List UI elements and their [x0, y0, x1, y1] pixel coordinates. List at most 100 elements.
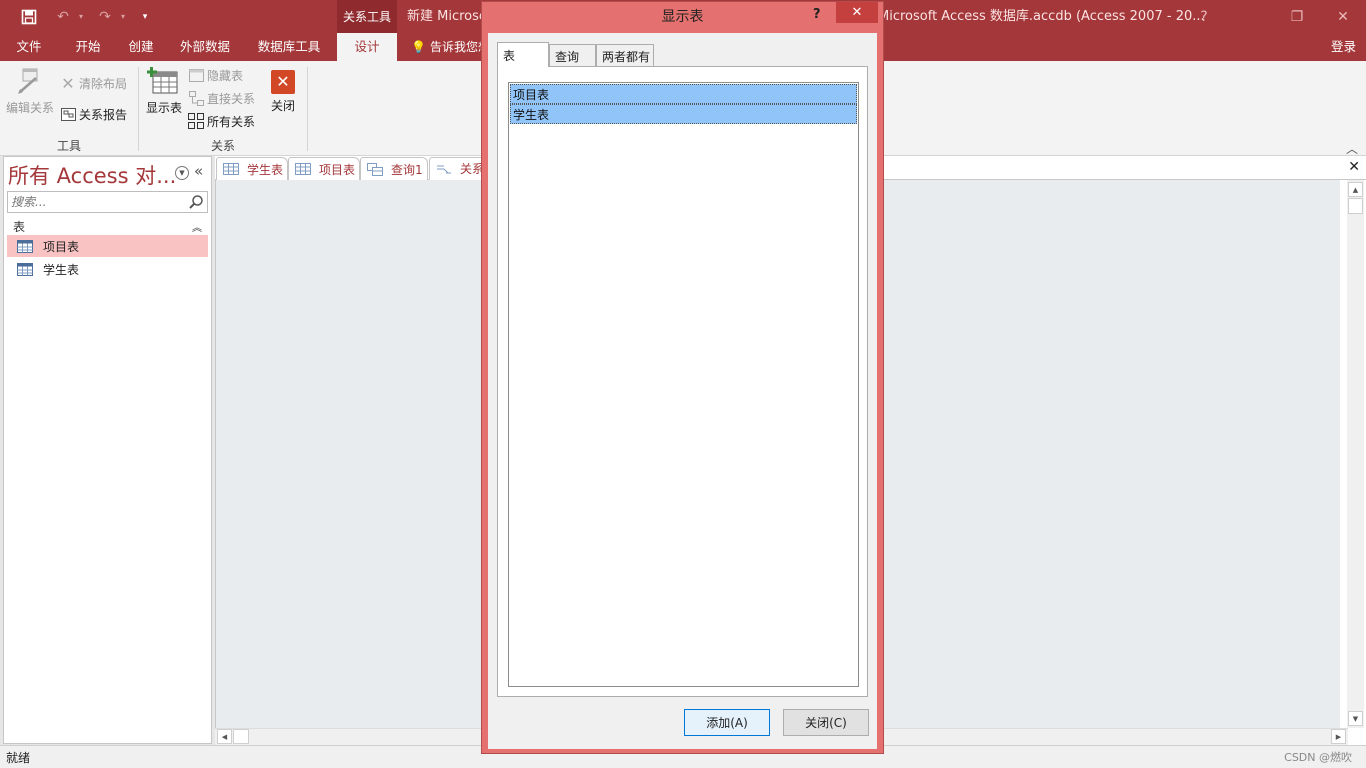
hide-table-icon [188, 67, 204, 83]
show-table-dialog: 显示表 ? ✕ 表 查询 两者都有 项目表 学生表 添加(A) 关闭(C) [481, 1, 884, 754]
nav-group-tables[interactable]: 表 ︽ [7, 217, 208, 235]
table-icon [17, 239, 33, 253]
dialog-help-icon[interactable]: ? [813, 7, 821, 22]
dialog-tab-queries[interactable]: 查询 [549, 44, 596, 67]
all-relationships-button[interactable]: 所有关系 [188, 111, 255, 131]
save-icon[interactable] [16, 4, 42, 30]
window-title: 新建 Microsc [407, 9, 487, 24]
dialog-title: 显示表 [661, 9, 704, 25]
relationships-icon [437, 165, 451, 173]
collapse-ribbon-icon[interactable]: ︿ [1346, 140, 1358, 157]
direct-relationships-label: 直接关系 [207, 91, 256, 106]
clear-layout-button[interactable]: ✕ 清除布局 [60, 73, 127, 93]
all-relationships-icon [188, 113, 204, 129]
hide-table-button[interactable]: 隐藏表 [188, 65, 243, 85]
report-icon [60, 106, 76, 122]
scroll-right-icon[interactable]: ▶ [1331, 729, 1346, 744]
watermark: CSDN @燃吹 [1284, 751, 1352, 764]
undo-dropdown-icon[interactable]: ▾ [76, 4, 86, 30]
scroll-thumb[interactable] [1348, 198, 1363, 214]
doc-tab-label: 学生表 [247, 162, 284, 177]
collapse-group-icon: ︽ [192, 222, 202, 234]
doc-tab-projects[interactable]: 项目表 [288, 157, 360, 180]
context-tab-title: 关系工具 [337, 0, 397, 33]
search-input[interactable] [8, 192, 188, 212]
clear-layout-label: 清除布局 [79, 76, 128, 91]
status-text: 就绪 [6, 751, 31, 765]
vertical-scrollbar[interactable]: ▲ ▼ [1347, 180, 1364, 728]
show-table-icon [147, 67, 178, 94]
group-separator [138, 67, 139, 151]
all-relationships-label: 所有关系 [207, 114, 256, 129]
close-red-icon: ✕ [271, 70, 295, 94]
doc-tab-students[interactable]: 学生表 [216, 157, 288, 180]
redo-icon[interactable]: ↷ [92, 4, 118, 30]
show-table-label: 显示表 [145, 101, 182, 115]
customize-qat-icon[interactable]: ▾ [132, 4, 158, 30]
help-icon[interactable]: ? [1181, 0, 1227, 33]
relationship-report-button[interactable]: 关系报告 [60, 104, 127, 124]
navigation-pane: 所有 Access 对... ▼ « 表 ︽ 项目表 学生表 [3, 156, 212, 744]
dialog-close-icon[interactable]: ✕ [836, 2, 878, 23]
table-icon [295, 163, 311, 175]
scroll-down-icon[interactable]: ▼ [1348, 711, 1363, 726]
collapse-pane-icon[interactable]: « [194, 162, 203, 180]
table-list[interactable]: 项目表 学生表 [508, 82, 859, 687]
close-label: 关闭 [270, 99, 295, 113]
dialog-tab-both[interactable]: 两者都有 [596, 44, 654, 67]
restore-icon[interactable]: ❐ [1274, 0, 1320, 33]
list-item-label: 学生表 [43, 262, 80, 277]
tab-database-tools[interactable]: 数据库工具 [252, 33, 326, 61]
tab-file[interactable]: 文件 [10, 33, 48, 61]
table-icon [223, 163, 239, 175]
list-item[interactable]: 学生表 [7, 258, 208, 280]
nav-group-label: 表 [13, 219, 26, 234]
tab-external-data[interactable]: 外部数据 [174, 33, 236, 61]
direct-relationships-icon [188, 90, 204, 106]
clear-x-icon: ✕ [61, 73, 75, 93]
edit-relationships-icon [18, 68, 38, 94]
nav-pane-title[interactable]: 所有 Access 对... [8, 160, 176, 190]
dialog-body: 表 查询 两者都有 项目表 学生表 添加(A) 关闭(C) [488, 33, 877, 749]
doc-tab-relationships[interactable]: 关系 [429, 157, 489, 180]
lightbulb-icon: 💡 [411, 40, 426, 54]
tab-design[interactable]: 设计 [337, 33, 397, 61]
show-table-button[interactable]: 显示表 [144, 66, 184, 116]
add-button[interactable]: 添加(A) [684, 709, 770, 736]
dialog-tab-panel: 项目表 学生表 [497, 66, 868, 697]
window-close-icon[interactable]: ✕ [1320, 0, 1366, 33]
edit-relationships-button[interactable]: 编辑关系 [6, 66, 54, 116]
chevron-down-icon[interactable]: ▼ [175, 166, 189, 180]
close-button[interactable]: 关闭(C) [783, 709, 869, 736]
dialog-tab-tables[interactable]: 表 [497, 42, 549, 67]
doc-tab-query1[interactable]: 查询1 [360, 157, 428, 180]
window-title-continued: Microsoft Access 数据库.accdb (Access 2007 … [878, 9, 1205, 24]
login-link[interactable]: 登录 [1331, 33, 1356, 61]
scroll-up-icon[interactable]: ▲ [1348, 182, 1363, 197]
direct-relationships-button[interactable]: 直接关系 [188, 88, 255, 108]
list-item[interactable]: 学生表 [510, 104, 857, 124]
group-label-tools: 工具 [56, 139, 81, 153]
close-document-icon[interactable]: ✕ [1348, 159, 1360, 175]
list-item-label: 项目表 [43, 239, 80, 254]
redo-dropdown-icon[interactable]: ▾ [118, 4, 128, 30]
list-item[interactable]: 项目表 [510, 84, 857, 104]
hide-table-label: 隐藏表 [207, 68, 244, 83]
tell-me-box[interactable]: 💡 告诉我您想 [411, 33, 490, 61]
group-label-relationships: 关系 [210, 139, 235, 153]
relationship-report-label: 关系报告 [79, 107, 128, 122]
tab-create[interactable]: 创建 [122, 33, 160, 61]
query-icon [367, 162, 383, 176]
scroll-left-icon[interactable]: ◀ [217, 729, 232, 744]
list-item[interactable]: 项目表 [7, 235, 208, 257]
undo-icon[interactable]: ↶ [50, 4, 76, 30]
doc-tab-label: 项目表 [319, 162, 356, 177]
search-icon[interactable] [188, 194, 204, 210]
table-icon [17, 262, 33, 276]
nav-search-box [7, 191, 208, 213]
scroll-thumb[interactable] [233, 729, 249, 744]
quick-access-toolbar: ↶ ▾ ↷ ▾ ▾ [0, 0, 158, 33]
tab-home[interactable]: 开始 [68, 33, 108, 61]
group-separator [307, 67, 308, 151]
close-relationships-button[interactable]: ✕ 关闭 [266, 66, 300, 114]
